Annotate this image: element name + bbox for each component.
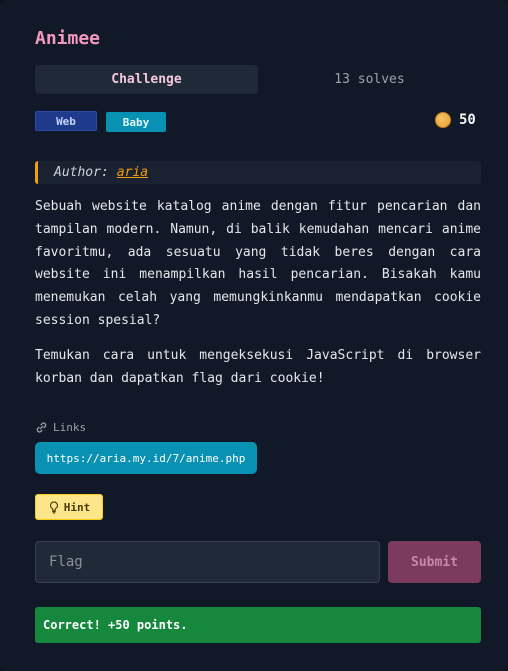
tag-web: Web xyxy=(35,111,97,131)
points-value: 50 xyxy=(459,112,476,128)
author-link[interactable]: aria xyxy=(117,165,148,180)
challenge-tabs: Challenge 13 solves xyxy=(35,65,481,94)
submit-button[interactable]: Submit xyxy=(388,541,481,583)
coin-icon xyxy=(435,112,451,128)
hint-button[interactable]: Hint xyxy=(35,494,103,520)
tab-solves[interactable]: 13 solves xyxy=(258,65,481,94)
challenge-title: Animee xyxy=(35,28,101,49)
tag-baby: Baby xyxy=(106,112,166,132)
challenge-link-button[interactable]: https://aria.my.id/7/anime.php xyxy=(35,442,257,474)
challenge-modal: Animee Challenge 13 solves Web Baby 50 A… xyxy=(0,0,508,671)
points-display: 50 xyxy=(435,112,476,128)
author-prefix: Author: xyxy=(54,165,109,180)
flag-input[interactable] xyxy=(35,541,380,583)
lightbulb-icon xyxy=(49,501,58,513)
tab-challenge[interactable]: Challenge xyxy=(35,65,258,94)
result-message: Correct! +50 points. xyxy=(35,607,481,643)
description-paragraph: Temukan cara untuk mengeksekusi JavaScri… xyxy=(35,348,481,386)
hint-label: Hint xyxy=(63,500,91,514)
link-icon xyxy=(36,422,47,433)
author-box: Author: aria xyxy=(35,161,481,184)
links-heading: Links xyxy=(35,421,86,434)
description-paragraph: Sebuah website katalog anime dengan fitu… xyxy=(35,199,481,328)
links-label: Links xyxy=(53,421,87,434)
